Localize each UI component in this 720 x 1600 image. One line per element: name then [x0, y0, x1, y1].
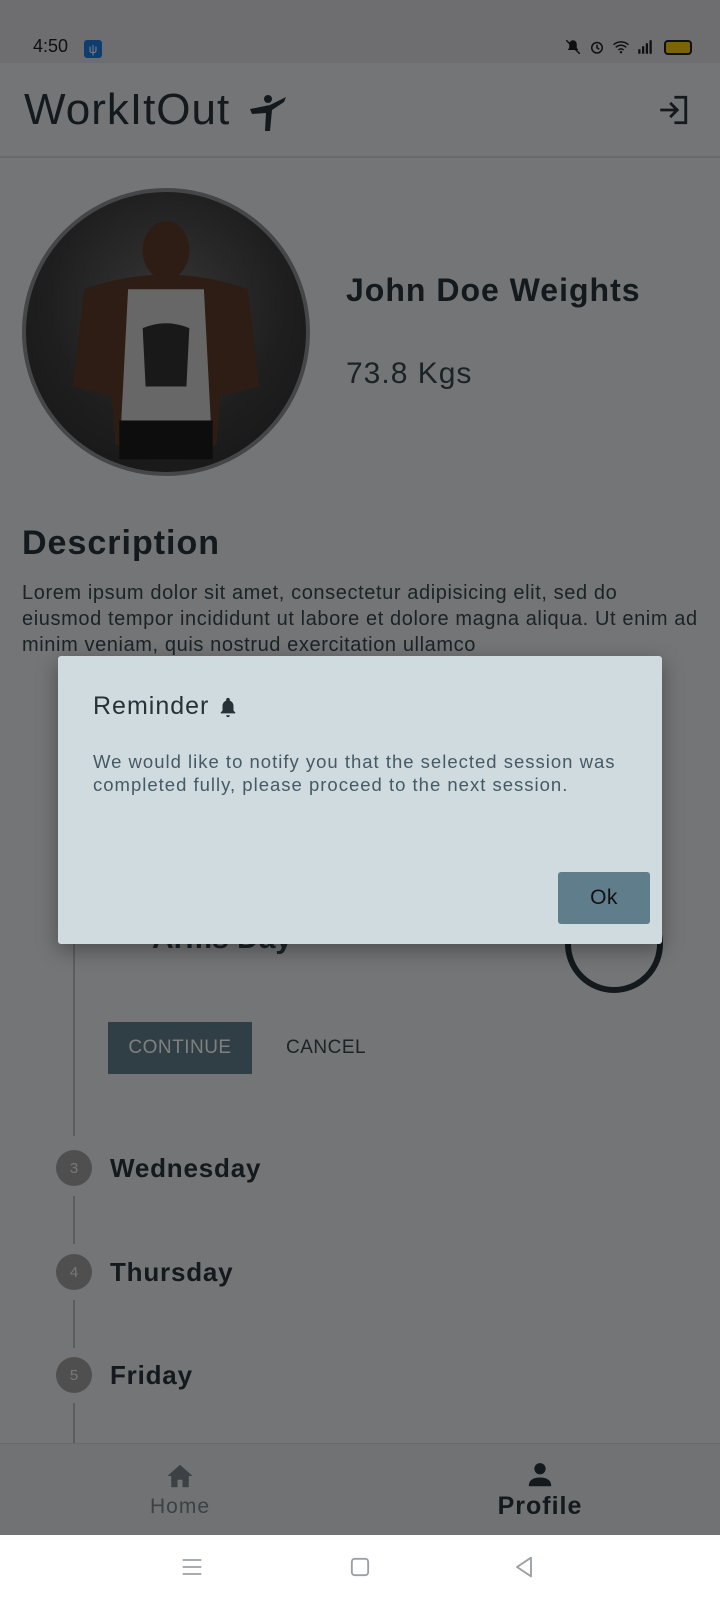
bell-icon: [221, 697, 236, 717]
reminder-dialog: Reminder We would like to notify you tha…: [58, 656, 662, 944]
system-nav-bar: [0, 1535, 720, 1600]
dialog-body: We would like to notify you that the sel…: [93, 751, 616, 795]
home-square-icon[interactable]: [346, 1553, 374, 1581]
menu-icon[interactable]: [178, 1553, 206, 1581]
back-icon[interactable]: [510, 1553, 538, 1581]
ok-button[interactable]: Ok: [558, 872, 650, 924]
dialog-title-text: Reminder: [93, 692, 210, 720]
dialog-title: Reminder: [93, 692, 239, 721]
